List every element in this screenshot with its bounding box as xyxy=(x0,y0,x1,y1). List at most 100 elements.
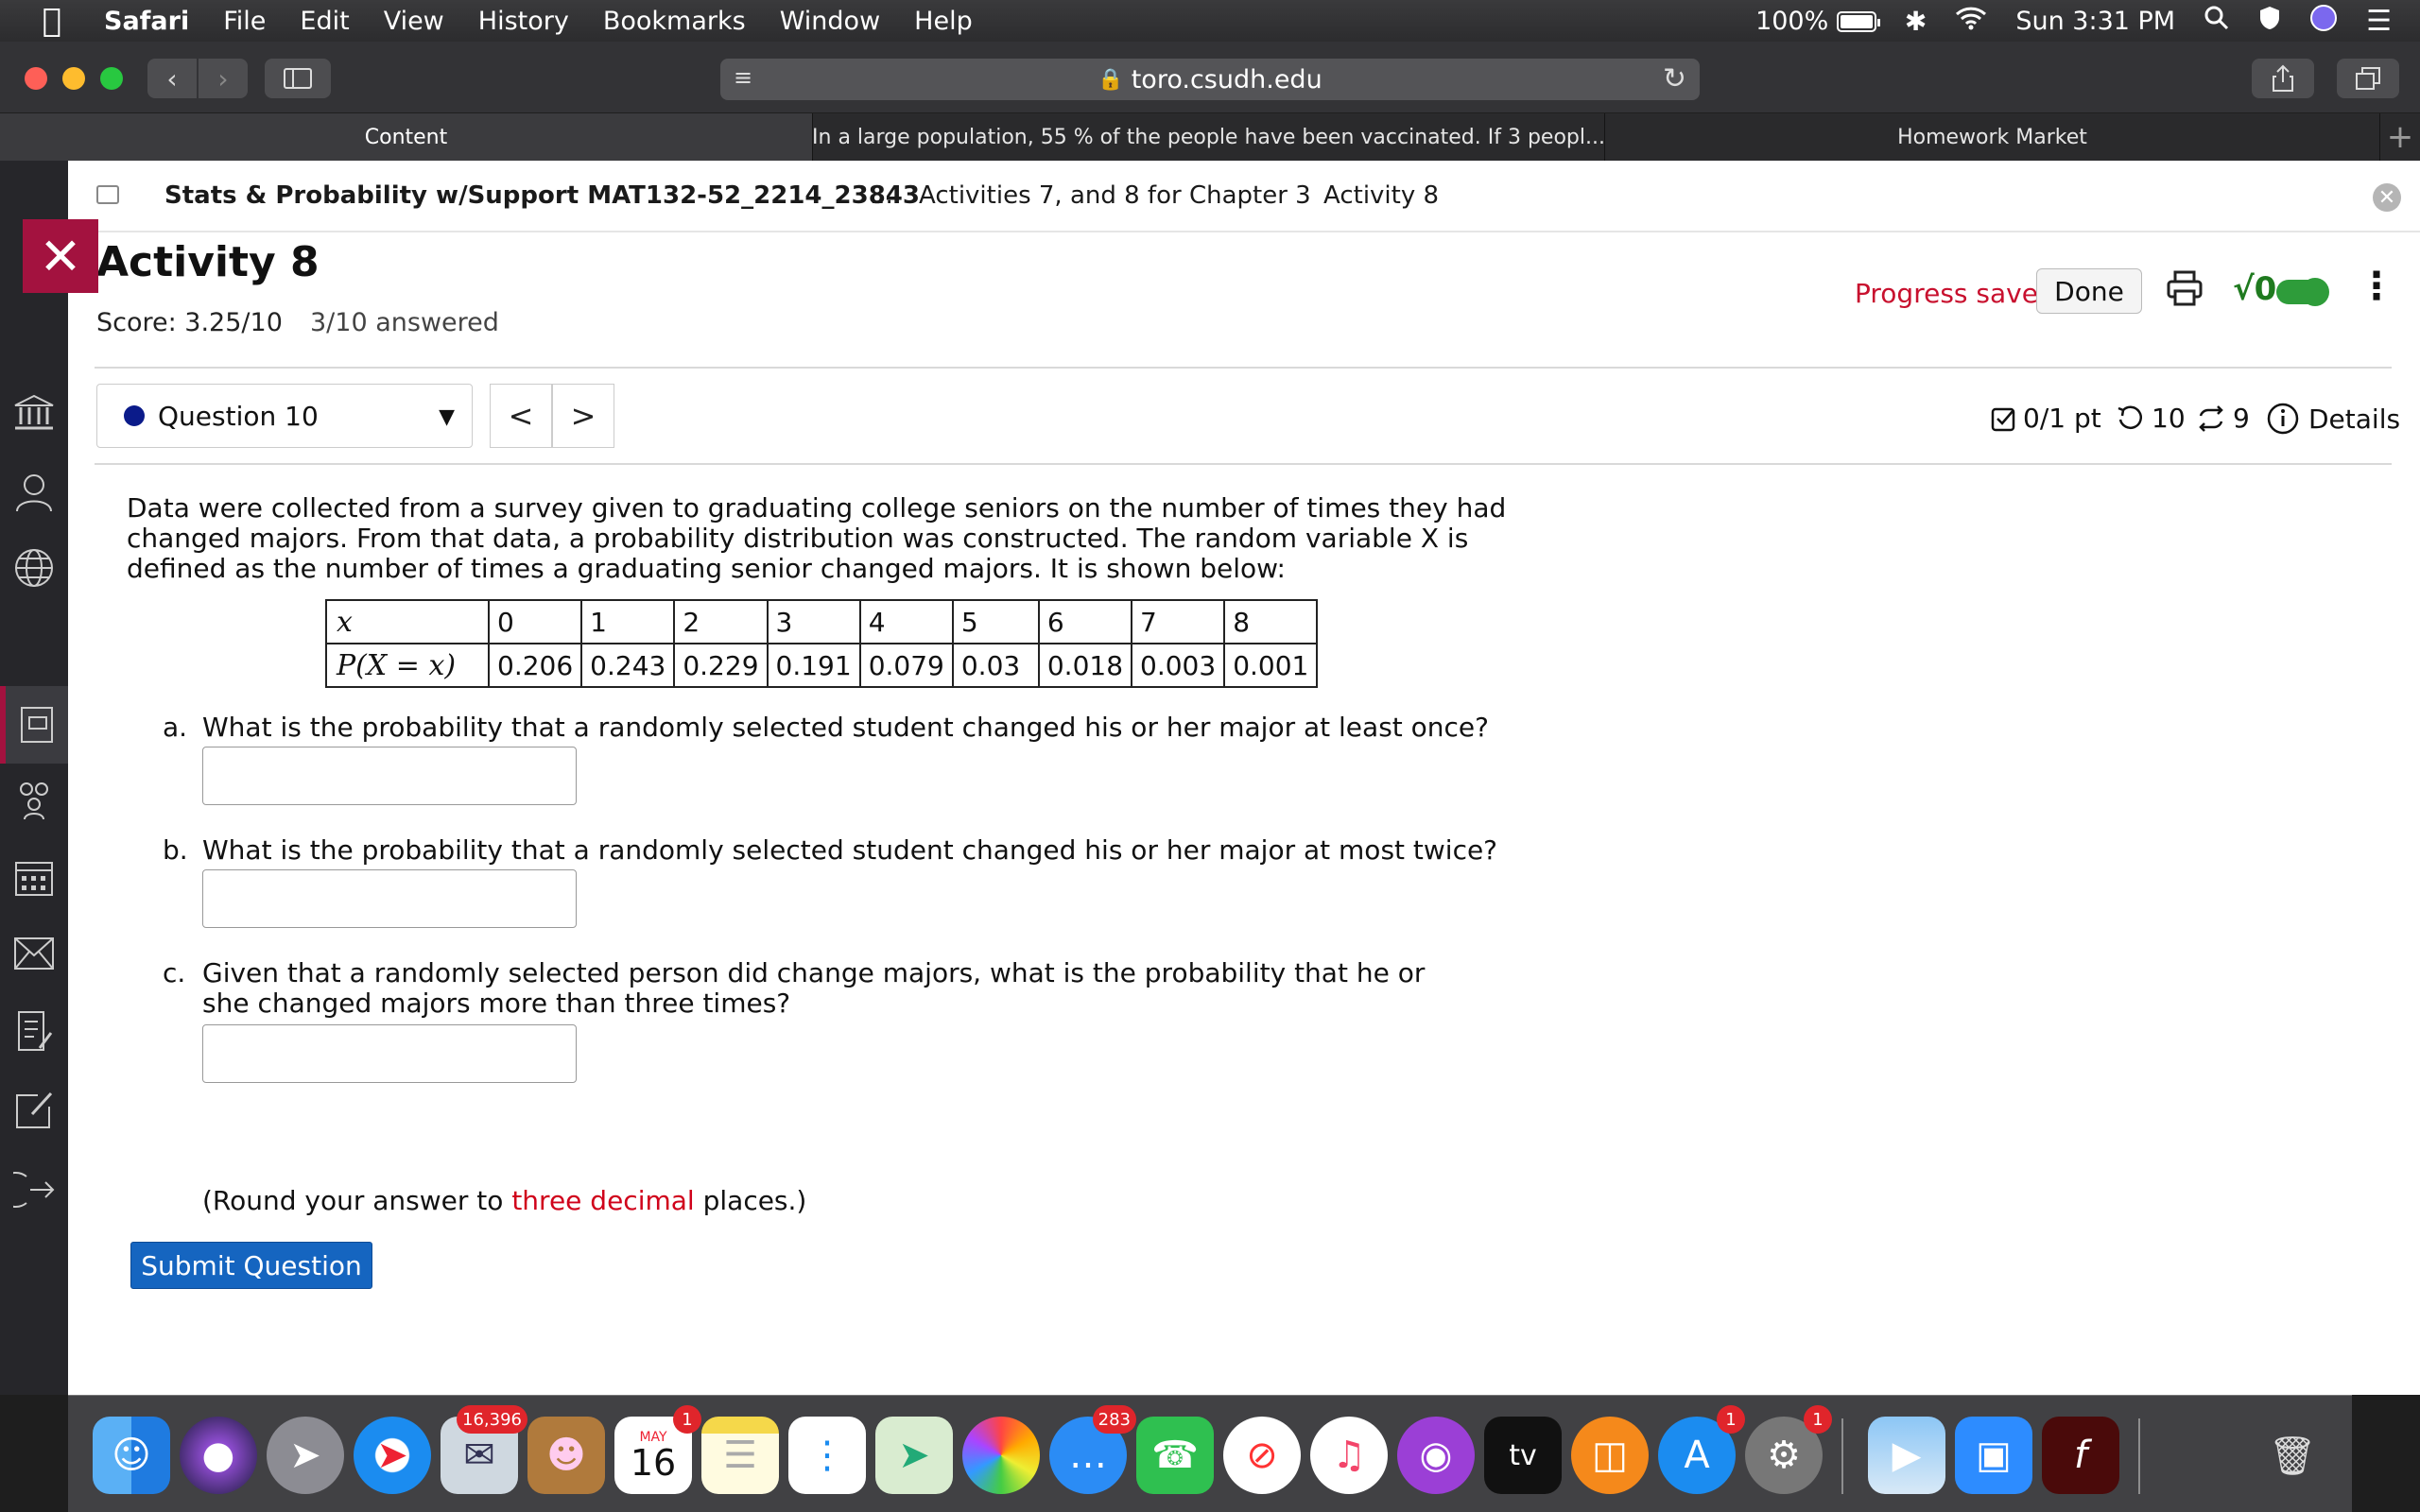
previous-question-button[interactable]: < xyxy=(490,384,552,448)
messages-icon[interactable]: … 283 xyxy=(1049,1405,1136,1494)
tab-homework-market[interactable]: Homework Market xyxy=(1605,113,2380,161)
reload-icon[interactable]: ↻ xyxy=(1663,62,1686,95)
back-button[interactable]: ‹ xyxy=(147,59,197,98)
note-highlight: three decimal xyxy=(511,1185,695,1216)
close-icon[interactable]: ✕ xyxy=(2373,183,2401,212)
books-icon[interactable]: ◫ xyxy=(1571,1417,1649,1494)
tabs-overview-icon xyxy=(2356,67,2380,90)
inbox-icon[interactable] xyxy=(0,920,68,987)
notification-center-icon[interactable]: ☰ xyxy=(2366,5,2392,38)
new-tab-button[interactable]: + xyxy=(2380,113,2420,161)
safari-icon[interactable]: ➤ xyxy=(354,1417,431,1494)
clock[interactable]: Sun 3:31 PM xyxy=(2015,7,2175,36)
breadcrumb-course[interactable]: Stats & Probability w/Support MAT132-52_… xyxy=(164,181,920,210)
menu-help[interactable]: Help xyxy=(914,7,973,36)
commons-icon[interactable] xyxy=(0,1077,68,1143)
answer-c-input[interactable] xyxy=(202,1024,577,1083)
maps-icon[interactable]: ➤ xyxy=(875,1417,953,1494)
window-close-button[interactable] xyxy=(25,67,47,90)
math-input-icon[interactable]: √0 xyxy=(2233,270,2276,308)
table-cell: 4 xyxy=(858,599,954,644)
window-zoom-button[interactable] xyxy=(100,67,123,90)
system-preferences-icon[interactable]: ⚙ 1 xyxy=(1745,1405,1832,1494)
apple-menu-icon[interactable]:  xyxy=(0,2,104,40)
table-cell: 0.079 xyxy=(858,643,954,688)
bluetooth-icon[interactable]: ✱ xyxy=(1905,6,1927,37)
sidebar-toggle-button[interactable] xyxy=(265,59,331,98)
zoom-icon[interactable]: ▣ xyxy=(1955,1417,2032,1494)
reminders-icon[interactable]: ⋮ xyxy=(788,1417,866,1494)
points-info: 0/1 pt xyxy=(1991,403,2101,434)
news-icon[interactable]: ⊘ xyxy=(1223,1417,1301,1494)
contacts-icon[interactable]: ☻ xyxy=(527,1417,605,1494)
tab-vaccination-question[interactable]: In a large population, 55 % of the peopl… xyxy=(813,113,1605,161)
notes-icon[interactable]: ☰ xyxy=(701,1417,779,1494)
menu-edit[interactable]: Edit xyxy=(300,7,349,36)
facetime-icon[interactable]: ☎ xyxy=(1136,1417,1214,1494)
music-icon[interactable]: ♫ xyxy=(1310,1417,1388,1494)
chevron-left-icon: ‹ xyxy=(166,62,178,94)
trash-icon[interactable]: 🗑 xyxy=(2254,1417,2331,1494)
breadcrumb-chapter[interactable]: Activities 7, and 8 for Chapter 3 xyxy=(919,181,1311,210)
submit-question-button[interactable]: Submit Question xyxy=(130,1242,372,1289)
tab-content[interactable]: Content xyxy=(0,113,813,161)
flash-player-icon[interactable]: f xyxy=(2042,1417,2119,1494)
menu-window[interactable]: Window xyxy=(780,7,880,36)
part-a: a. What is the probability that a random… xyxy=(163,713,1543,750)
table-cell: 0.001 xyxy=(1223,643,1319,688)
address-bar[interactable]: ≡ 🔒 toro.csudh.edu ↻ xyxy=(720,59,1700,100)
spotlight-search-icon[interactable] xyxy=(2204,5,2230,38)
siri-icon[interactable] xyxy=(2309,4,2338,39)
groups-icon[interactable] xyxy=(0,765,68,832)
history-icon[interactable] xyxy=(0,998,68,1064)
globe-icon[interactable] xyxy=(0,535,68,601)
shield-icon[interactable] xyxy=(2258,5,2281,38)
math-input-toggle[interactable] xyxy=(2276,278,2329,306)
show-tabs-button[interactable] xyxy=(2337,59,2399,98)
battery-status[interactable]: 100% xyxy=(1755,7,1880,36)
breadcrumb-ellipsis[interactable]: ... xyxy=(870,181,893,210)
preview-icon[interactable]: ▶ xyxy=(1868,1417,1945,1494)
launchpad-icon[interactable]: ➤ xyxy=(267,1417,344,1494)
next-question-button[interactable]: > xyxy=(552,384,614,448)
close-tray-button[interactable]: ✕ xyxy=(23,219,98,293)
attempts-icon xyxy=(2199,404,2223,432)
window-minimize-button[interactable] xyxy=(62,67,85,90)
siri-icon[interactable]: ● xyxy=(180,1417,257,1494)
menu-app-name[interactable]: Safari xyxy=(104,7,189,36)
details-button[interactable]: Details xyxy=(2267,403,2400,435)
finder-icon[interactable]: ☺ xyxy=(93,1417,170,1494)
logout-icon[interactable] xyxy=(0,1157,68,1223)
lms-left-rail xyxy=(0,161,68,1395)
calendar-icon[interactable] xyxy=(0,845,68,911)
table-row: P(X = x) 0.206 0.243 0.229 0.191 0.079 0… xyxy=(325,643,1319,688)
more-options-icon[interactable]: ⋮ xyxy=(2358,265,2395,308)
done-button[interactable]: Done xyxy=(2036,268,2142,314)
account-icon[interactable] xyxy=(0,459,68,525)
table-row: x 0 1 2 3 4 5 6 7 8 xyxy=(325,599,1319,644)
institution-icon[interactable] xyxy=(0,380,68,446)
answer-a-input[interactable] xyxy=(202,747,577,805)
apple-tv-icon[interactable]: tv xyxy=(1484,1417,1562,1494)
question-select[interactable]: Question 10 ▼ xyxy=(96,384,473,448)
print-icon[interactable] xyxy=(2167,270,2203,316)
table-cell: 6 xyxy=(1037,599,1133,644)
tab-bar: Content In a large population, 55 % of t… xyxy=(0,113,2420,161)
mail-icon[interactable]: ✉ 16,396 xyxy=(441,1405,527,1494)
photos-icon[interactable] xyxy=(962,1417,1040,1494)
share-button[interactable] xyxy=(2252,59,2314,98)
attempts-count: 9 xyxy=(2233,403,2250,434)
menu-history[interactable]: History xyxy=(478,7,569,36)
answer-b-input[interactable] xyxy=(202,869,577,928)
menu-file[interactable]: File xyxy=(223,7,266,36)
calendar-app-icon[interactable]: MAY 16 1 xyxy=(614,1405,701,1494)
menu-view[interactable]: View xyxy=(384,7,444,36)
forward-button[interactable]: › xyxy=(199,59,248,98)
menu-bookmarks[interactable]: Bookmarks xyxy=(603,7,746,36)
app-store-icon[interactable]: A1 xyxy=(1658,1405,1745,1494)
attempts-info: 9 xyxy=(2197,403,2250,434)
wifi-icon[interactable] xyxy=(1955,6,1987,37)
podcasts-icon[interactable]: ◉ xyxy=(1397,1417,1475,1494)
courses-icon[interactable] xyxy=(0,686,68,764)
reader-view-icon[interactable]: ≡ xyxy=(734,64,752,91)
